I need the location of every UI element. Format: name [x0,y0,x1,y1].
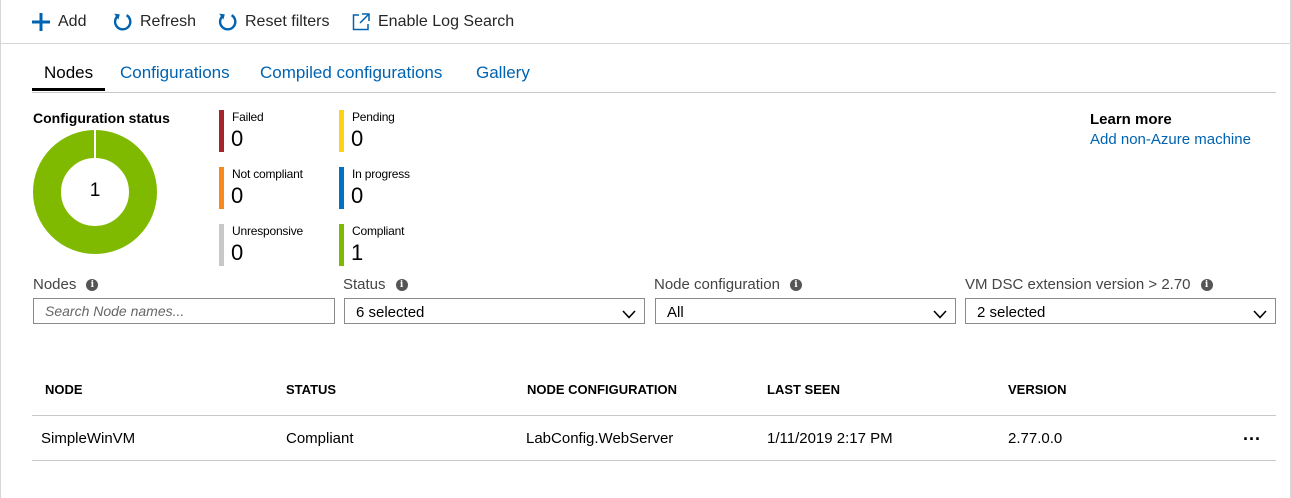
dsc-version-dropdown-value: 2 selected [977,304,1046,321]
stat-bar-failed [219,110,224,152]
stat-label-compliant: Compliant [352,224,405,238]
node-configuration-dropdown[interactable]: All [655,298,956,324]
nodes-search-box [33,298,335,324]
column-header-last-seen[interactable]: LAST SEEN [767,382,840,397]
stat-value-pending: 0 [351,126,364,151]
tab-configurations[interactable]: Configurations [120,63,230,83]
active-tab-indicator [32,88,105,91]
tab-bar: Nodes Configurations Compiled configurat… [32,55,1276,93]
nodes-filter-label-text: Nodes [33,276,77,293]
status-filter-label-text: Status [343,276,386,293]
plus-icon [32,13,50,31]
reset-icon [217,12,237,32]
dsc-version-dropdown[interactable]: 2 selected [965,298,1276,324]
refresh-button[interactable]: Refresh [112,8,196,36]
stat-in-progress[interactable]: In progress 0 [339,167,449,211]
chevron-down-icon [622,306,636,324]
enable-log-search-button[interactable]: Enable Log Search [352,8,514,36]
donut-total: 1 [89,180,101,201]
stat-bar-pending [339,110,344,152]
node-configuration-filter-label-text: Node configuration [654,276,780,293]
stat-compliant[interactable]: Compliant 1 [339,224,449,268]
dsc-version-filter-label-text: VM DSC extension version > 2.70 [965,276,1191,293]
node-search-input[interactable] [34,299,334,323]
stat-value-in-progress: 0 [351,183,364,208]
external-link-icon [352,13,370,31]
stat-bar-in-progress [339,167,344,209]
cell-node: SimpleWinVM [41,430,136,447]
add-label: Add [58,13,87,30]
tab-gallery[interactable]: Gallery [476,63,530,83]
node-configuration-dropdown-value: All [667,304,684,321]
stat-bar-unresponsive [219,224,224,266]
dsc-nodes-page: Add Refresh Reset filters Enable Log Sea… [0,0,1291,498]
status-filter-label: Status i [343,276,408,293]
column-header-version[interactable]: VERSION [1008,382,1067,397]
cell-status: Compliant [286,430,354,447]
nodes-filter-label: Nodes i [33,276,99,293]
tab-compiled-configurations[interactable]: Compiled configurations [260,63,442,83]
status-dropdown-value: 6 selected [356,304,425,321]
stat-unresponsive[interactable]: Unresponsive 0 [219,224,329,268]
cell-node-configuration: LabConfig.WebServer [526,430,674,447]
stat-not-compliant[interactable]: Not compliant 0 [219,167,329,211]
add-non-azure-machine-link[interactable]: Add non-Azure machine [1090,131,1251,148]
info-icon[interactable]: i [789,278,802,291]
info-icon[interactable]: i [395,278,408,291]
left-border [0,0,1,498]
stat-bar-compliant [339,224,344,266]
info-icon[interactable]: i [1200,278,1213,291]
reset-filters-button[interactable]: Reset filters [217,8,329,36]
column-header-status[interactable]: STATUS [286,382,336,397]
command-bar: Add Refresh Reset filters Enable Log Sea… [0,0,1291,44]
column-header-node[interactable]: NODE [45,382,83,397]
stat-value-compliant: 1 [351,240,364,265]
column-header-node-configuration[interactable]: NODE CONFIGURATION [527,382,677,397]
stat-label-unresponsive: Unresponsive [232,224,303,238]
configuration-status-title: Configuration status [33,110,170,126]
learn-more-title: Learn more [1090,111,1172,128]
refresh-label: Refresh [140,13,197,30]
stat-label-in-progress: In progress [352,167,410,181]
donut-segment-gap [94,130,96,158]
enable-log-search-label: Enable Log Search [378,13,515,30]
add-button[interactable]: Add [32,8,86,36]
node-configuration-filter-label: Node configuration i [654,276,802,293]
info-icon[interactable]: i [86,278,99,291]
stat-value-unresponsive: 0 [231,240,244,265]
stat-value-failed: 0 [231,126,244,151]
stat-failed[interactable]: Failed 0 [219,110,329,154]
stat-pending[interactable]: Pending 0 [339,110,449,154]
reset-filters-label: Reset filters [245,13,330,30]
more-actions-button[interactable]: ... [1243,424,1261,445]
cell-last-seen: 1/11/2019 2:17 PM [767,430,893,447]
refresh-icon [112,12,132,32]
stat-label-pending: Pending [352,110,395,124]
chevron-down-icon [933,306,947,324]
stat-label-not-compliant: Not compliant [232,167,303,181]
table-row[interactable]: SimpleWinVM Compliant LabConfig.WebServe… [32,416,1276,461]
tab-nodes[interactable]: Nodes [44,63,93,83]
stat-label-failed: Failed [232,110,264,124]
cell-version: 2.77.0.0 [1008,430,1063,447]
chevron-down-icon [1253,306,1267,324]
stat-bar-not-compliant [219,167,224,209]
dsc-version-filter-label: VM DSC extension version > 2.70 i [965,276,1213,293]
status-dropdown[interactable]: 6 selected [344,298,645,324]
stat-value-not-compliant: 0 [231,183,244,208]
